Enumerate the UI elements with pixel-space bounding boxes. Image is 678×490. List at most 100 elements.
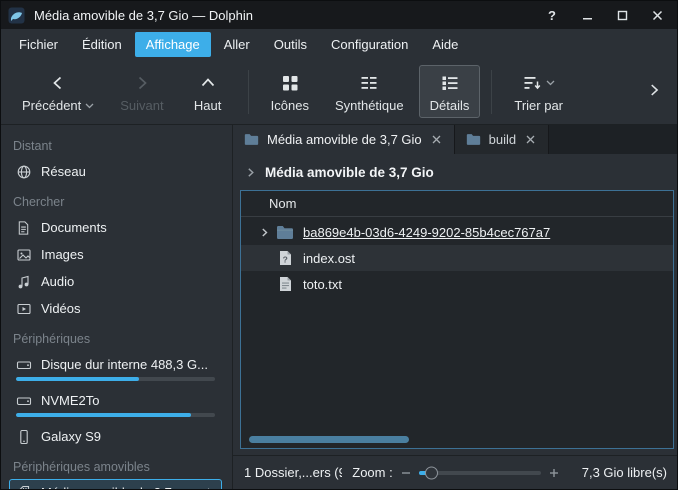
tab-media-amovible[interactable]: Média amovible de 3,7 Gio xyxy=(233,125,455,154)
sidebar-item-galaxy-s9[interactable]: Galaxy S9 xyxy=(9,423,222,450)
section-chercher: Chercher xyxy=(9,185,222,214)
details-view-button[interactable]: Détails xyxy=(419,65,481,118)
horizontal-scrollbar[interactable] xyxy=(249,436,665,443)
back-label: Précédent xyxy=(22,98,81,113)
status-summary: 1 Dossier,...ers (99 o) xyxy=(244,465,342,480)
file-name: index.ost xyxy=(303,251,355,266)
forward-label: Suivant xyxy=(120,98,163,113)
app-icon xyxy=(8,7,25,24)
zoom-out-icon[interactable] xyxy=(401,468,411,478)
file-name: toto.txt xyxy=(303,277,342,292)
up-button[interactable]: Haut xyxy=(179,65,237,118)
icons-view-button[interactable]: Icônes xyxy=(260,65,320,118)
document-icon xyxy=(15,220,32,236)
tab-bar: Média amovible de 3,7 Gio build xyxy=(233,125,677,154)
breadcrumb: Média amovible de 3,7 Gio xyxy=(233,154,677,190)
hard-drive-icon xyxy=(15,393,32,409)
chevron-right-icon xyxy=(132,72,152,93)
section-peripheriques-amovibles: Périphériques amovibles xyxy=(9,450,222,479)
close-tab-icon[interactable] xyxy=(430,133,443,146)
tabbar-empty-area xyxy=(549,125,677,154)
menu-outils[interactable]: Outils xyxy=(263,32,318,57)
sidebar-item-videos[interactable]: Vidéos xyxy=(9,295,222,322)
image-icon xyxy=(15,247,32,263)
menu-configuration[interactable]: Configuration xyxy=(320,32,419,57)
zoom-slider-handle[interactable] xyxy=(425,466,438,479)
sidebar-item-label: Disque dur interne 488,3 G... xyxy=(41,357,216,372)
folder-icon xyxy=(275,225,295,240)
details-view-icon xyxy=(440,72,460,93)
close-tab-icon[interactable] xyxy=(524,133,537,146)
removable-media-icon xyxy=(15,485,32,490)
chevron-up-icon xyxy=(198,72,218,93)
eject-icon[interactable] xyxy=(201,485,216,489)
toolbar-overflow-button[interactable] xyxy=(641,77,667,106)
file-view: Nom ba869e4b-03d6-4249-9202-85b4cec767a7 xyxy=(240,190,674,449)
tab-label: Média amovible de 3,7 Gio xyxy=(267,132,422,147)
sidebar-item-media-amovible[interactable]: Média amovible de 3,7 ... xyxy=(9,479,222,489)
file-row-index-ost[interactable]: ? index.ost xyxy=(241,245,673,271)
menu-aller[interactable]: Aller xyxy=(213,32,261,57)
forward-button[interactable]: Suivant xyxy=(109,65,174,118)
sidebar-item-nvme2to[interactable]: NVME2To xyxy=(9,387,222,423)
compact-view-button[interactable]: Synthétique xyxy=(324,65,415,118)
sidebar-item-images[interactable]: Images xyxy=(9,241,222,268)
menu-affichage[interactable]: Affichage xyxy=(135,32,211,57)
scrollbar-thumb[interactable] xyxy=(249,436,409,443)
breadcrumb-current-folder[interactable]: Média amovible de 3,7 Gio xyxy=(265,165,434,180)
toolbar-separator xyxy=(248,70,249,114)
audio-icon xyxy=(15,274,32,290)
menu-aide[interactable]: Aide xyxy=(421,32,469,57)
capacity-bar xyxy=(16,377,215,381)
sidebar-item-documents[interactable]: Documents xyxy=(9,214,222,241)
sort-by-button[interactable]: Trier par xyxy=(503,65,574,118)
text-file-icon xyxy=(275,276,295,292)
status-bar: 1 Dossier,...ers (99 o) Zoom : xyxy=(233,455,677,489)
file-name: ba869e4b-03d6-4249-9202-85b4cec767a7 xyxy=(303,225,550,240)
sort-icon xyxy=(522,73,542,93)
places-panel: Distant Réseau Chercher Documents xyxy=(1,125,233,489)
chevron-down-icon xyxy=(546,80,555,86)
phone-icon xyxy=(15,429,32,445)
sidebar-item-label: Documents xyxy=(41,220,216,235)
sidebar-item-label: Audio xyxy=(41,274,216,289)
tab-build[interactable]: build xyxy=(455,125,549,154)
section-distant: Distant xyxy=(9,129,222,158)
menu-bar: Fichier Édition Affichage Aller Outils C… xyxy=(1,29,677,59)
expand-arrow-icon[interactable] xyxy=(253,227,275,238)
menu-edition[interactable]: Édition xyxy=(71,32,133,57)
capacity-bar-fill xyxy=(16,377,139,381)
sort-by-label: Trier par xyxy=(514,98,563,113)
main-toolbar: Précédent Suivant Haut Icônes xyxy=(1,59,677,125)
compact-view-icon xyxy=(359,72,379,93)
compact-view-label: Synthétique xyxy=(335,98,404,113)
maximize-button[interactable] xyxy=(609,5,635,25)
folder-icon xyxy=(244,133,259,146)
back-button[interactable]: Précédent xyxy=(11,65,105,118)
zoom-in-icon[interactable] xyxy=(549,468,559,478)
zoom-slider[interactable] xyxy=(419,471,541,475)
up-label: Haut xyxy=(194,98,221,113)
sidebar-item-disque-dur-interne[interactable]: Disque dur interne 488,3 G... xyxy=(9,351,222,387)
file-list: ba869e4b-03d6-4249-9202-85b4cec767a7 ? i… xyxy=(241,217,673,448)
sidebar-item-reseau[interactable]: Réseau xyxy=(9,158,222,185)
sidebar-item-audio[interactable]: Audio xyxy=(9,268,222,295)
zoom-control: Zoom : xyxy=(352,465,558,480)
chevron-right-icon[interactable] xyxy=(245,167,256,178)
close-button[interactable] xyxy=(644,5,670,25)
column-header-label: Nom xyxy=(269,196,296,211)
file-row-toto-txt[interactable]: toto.txt xyxy=(241,271,673,297)
icons-view-label: Icônes xyxy=(271,98,309,113)
menu-fichier[interactable]: Fichier xyxy=(8,32,69,57)
dolphin-window: Média amovible de 3,7 Gio — Dolphin ? Fi… xyxy=(0,0,678,490)
help-button[interactable]: ? xyxy=(539,5,565,25)
sidebar-item-label: Vidéos xyxy=(41,301,216,316)
minimize-button[interactable] xyxy=(574,5,600,25)
folder-icon xyxy=(466,133,481,146)
sidebar-item-label: NVME2To xyxy=(41,393,216,408)
sidebar-item-label: Réseau xyxy=(41,164,216,179)
file-row-folder[interactable]: ba869e4b-03d6-4249-9202-85b4cec767a7 xyxy=(241,219,673,245)
column-header-nom[interactable]: Nom xyxy=(241,191,673,217)
zoom-slider-fill xyxy=(419,471,431,475)
icons-view-icon xyxy=(280,72,300,93)
